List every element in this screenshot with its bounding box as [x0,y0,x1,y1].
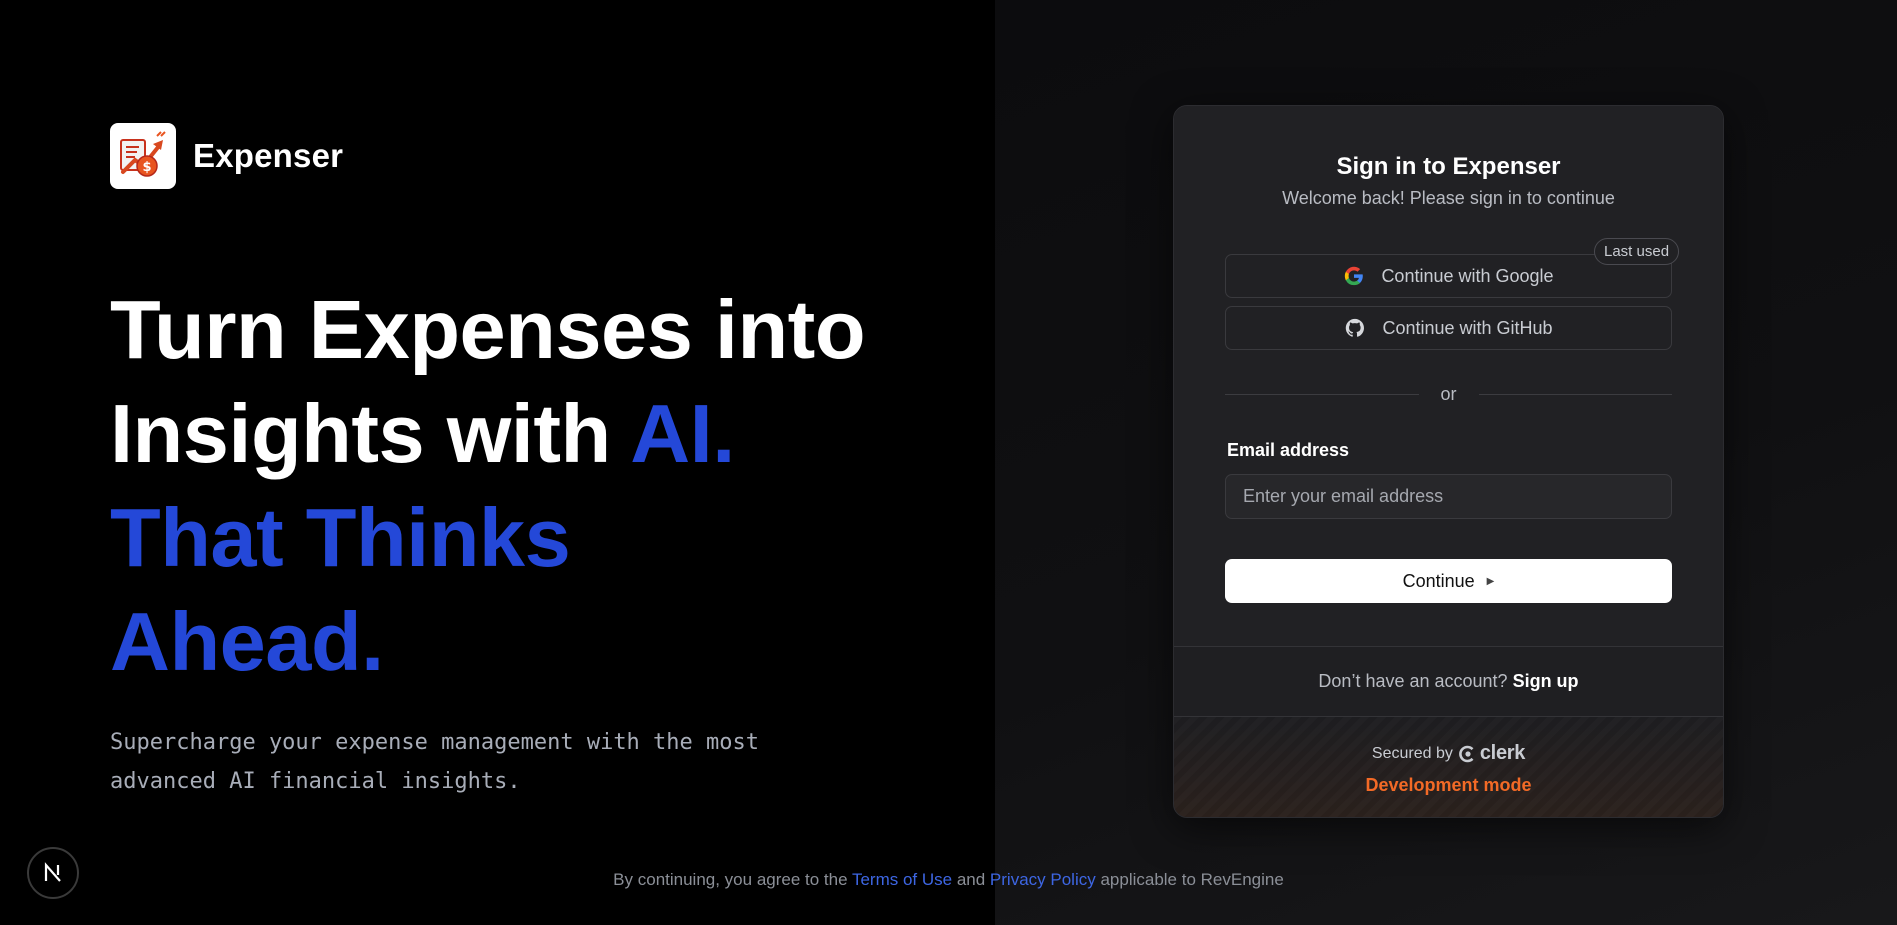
headline-ai-accent: AI. [630,387,735,480]
subtitle-line-1: Supercharge your expense management with… [110,730,760,755]
play-arrow-icon: ▶ [1486,575,1495,587]
terms-notice: By continuing, you agree to the Terms of… [0,870,1897,890]
continue-button[interactable]: Continue ▶ [1225,559,1672,603]
google-icon [1343,265,1365,287]
continue-button-label: Continue [1402,570,1475,591]
development-mode-label: Development mode [1365,775,1532,795]
github-button-label: Continue with GitHub [1382,317,1553,338]
headline-line-2: Insights with [110,387,631,480]
card-footer: Secured by clerk Development mode [1174,716,1723,817]
svg-text:$: $ [142,160,151,175]
signup-row: Don’t have an account? Sign up [1174,646,1723,716]
or-divider: or [1225,384,1673,405]
headline-line-3: That Thinks [110,491,571,584]
signin-title: Sign in to Expenser [1336,153,1561,180]
divider-line-right [1478,394,1673,395]
hero-panel: $ Expenser Turn Expenses into Insights w… [0,0,995,925]
google-button-label: Continue with Google [1381,265,1554,286]
divider-line-left [1225,394,1419,395]
terms-suffix: applicable to RevEngine [1095,870,1284,889]
email-field[interactable] [1225,474,1672,519]
hero-subtitle: Supercharge your expense management with… [110,723,830,801]
github-icon [1344,317,1366,339]
privacy-policy-link[interactable]: Privacy Policy [990,870,1096,889]
signin-subtitle: Welcome back! Please sign in to continue [1282,188,1615,208]
secured-by-clerk[interactable]: Secured by clerk [1174,742,1723,765]
clerk-wordmark: clerk [1479,742,1526,764]
terms-prefix: By continuing, you agree to the [613,870,852,889]
brand-name: Expenser [193,137,344,174]
hero-headline: Turn Expenses into Insights with AI. Tha… [110,278,970,694]
brand-header[interactable]: $ Expenser [110,123,343,189]
signin-card: Sign in to Expenser Welcome back! Please… [1173,105,1724,818]
headline-line-1: Turn Expenses into [110,283,866,376]
email-label: Email address [1227,440,1350,460]
signup-link[interactable]: Sign up [1513,671,1579,692]
clerk-logo-icon: clerk [1458,742,1526,765]
expense-chart-logo-icon: $ [110,123,176,189]
divider-text: or [1440,384,1457,404]
signup-prompt: Don’t have an account? [1318,671,1508,691]
terms-of-use-link[interactable]: Terms of Use [852,870,952,889]
last-used-badge: Last used [1594,238,1680,265]
terms-and: and [952,870,990,889]
signin-card-main: Sign in to Expenser Welcome back! Please… [1174,106,1723,646]
subtitle-line-2: advanced AI financial insights. [110,769,521,794]
secured-by-label: Secured by [1371,744,1453,762]
headline-line-4: Ahead. [110,595,384,688]
continue-with-github-button[interactable]: Continue with GitHub [1225,306,1672,350]
